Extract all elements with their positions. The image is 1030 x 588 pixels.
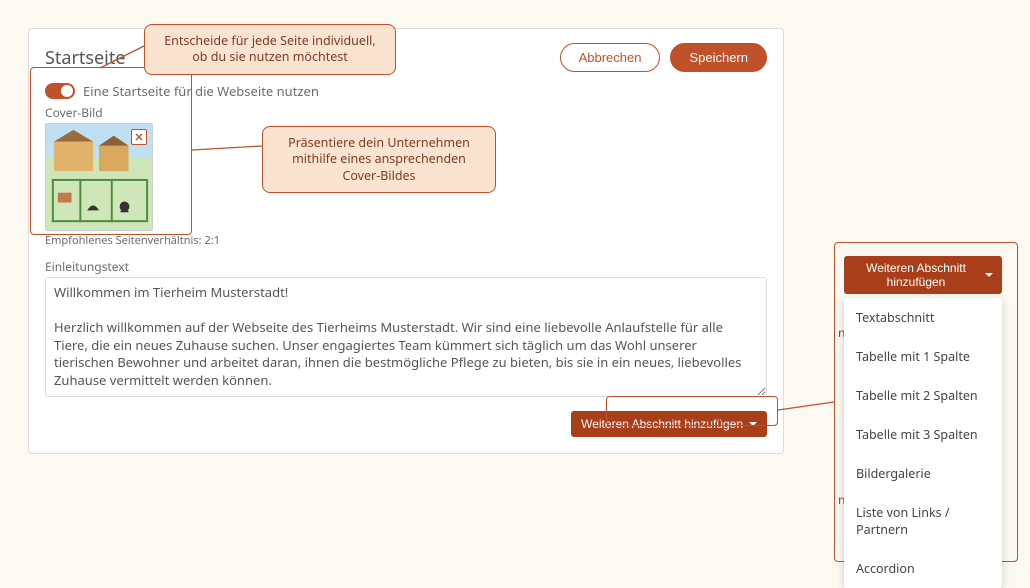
use-homepage-toggle-row: Eine Startseite für die Webseite nutzen xyxy=(45,82,767,100)
add-section-row: Weiteren Abschnitt hinzufügen xyxy=(45,411,767,437)
menu-item-table-1[interactable]: Tabelle mit 1 Spalte xyxy=(844,337,1002,376)
intro-section: Einleitungstext xyxy=(45,258,767,401)
cover-thumb-wrap xyxy=(45,123,153,231)
menu-item-accordion[interactable]: Accordion xyxy=(844,549,1002,588)
add-section-menu: Textabschnitt Tabelle mit 1 Spalte Tabel… xyxy=(844,298,1002,588)
cancel-button[interactable]: Abbrechen xyxy=(560,43,661,72)
add-section-menu-panel: Weiteren Abschnitt hinzufügen Textabschn… xyxy=(844,256,1002,588)
cover-aspect-hint: Empfohlenes Seitenverhältnis: 2:1 xyxy=(45,233,767,248)
menu-item-gallery[interactable]: Bildergalerie xyxy=(844,454,1002,493)
cover-remove-button[interactable] xyxy=(131,129,147,145)
menu-item-linklist[interactable]: Liste von Links / Partnern xyxy=(844,493,1002,549)
toggle-knob xyxy=(61,85,73,97)
header-buttons: Abbrechen Speichern xyxy=(560,43,767,72)
callout-toggle-hint: Entscheide für jede Seite individuell, o… xyxy=(144,24,396,75)
chevron-down-icon xyxy=(985,273,993,277)
cover-section-label: Cover-Bild xyxy=(45,104,767,121)
chevron-down-icon xyxy=(749,422,757,426)
editor-card: Startseite Abbrechen Speichern Eine Star… xyxy=(28,28,784,454)
menu-item-table-2[interactable]: Tabelle mit 2 Spalten xyxy=(844,376,1002,415)
add-section-button-expanded-label: Weiteren Abschnitt hinzufügen xyxy=(853,261,979,289)
add-section-button-expanded[interactable]: Weiteren Abschnitt hinzufügen xyxy=(844,256,1002,294)
intro-section-label: Einleitungstext xyxy=(45,258,767,275)
page-title: Startseite xyxy=(45,46,125,70)
menu-item-text[interactable]: Textabschnitt xyxy=(844,298,1002,337)
add-section-button[interactable]: Weiteren Abschnitt hinzufügen xyxy=(571,411,767,437)
add-section-button-label: Weiteren Abschnitt hinzufügen xyxy=(581,417,743,431)
callout-cover-hint: Präsentiere dein Unternehmen mithilfe ei… xyxy=(262,126,496,193)
use-homepage-toggle-label: Eine Startseite für die Webseite nutzen xyxy=(83,82,319,100)
save-button[interactable]: Speichern xyxy=(670,43,767,72)
menu-item-table-3[interactable]: Tabelle mit 3 Spalten xyxy=(844,415,1002,454)
close-icon xyxy=(135,133,143,141)
intro-textarea[interactable] xyxy=(45,277,767,397)
use-homepage-toggle[interactable] xyxy=(45,83,75,99)
